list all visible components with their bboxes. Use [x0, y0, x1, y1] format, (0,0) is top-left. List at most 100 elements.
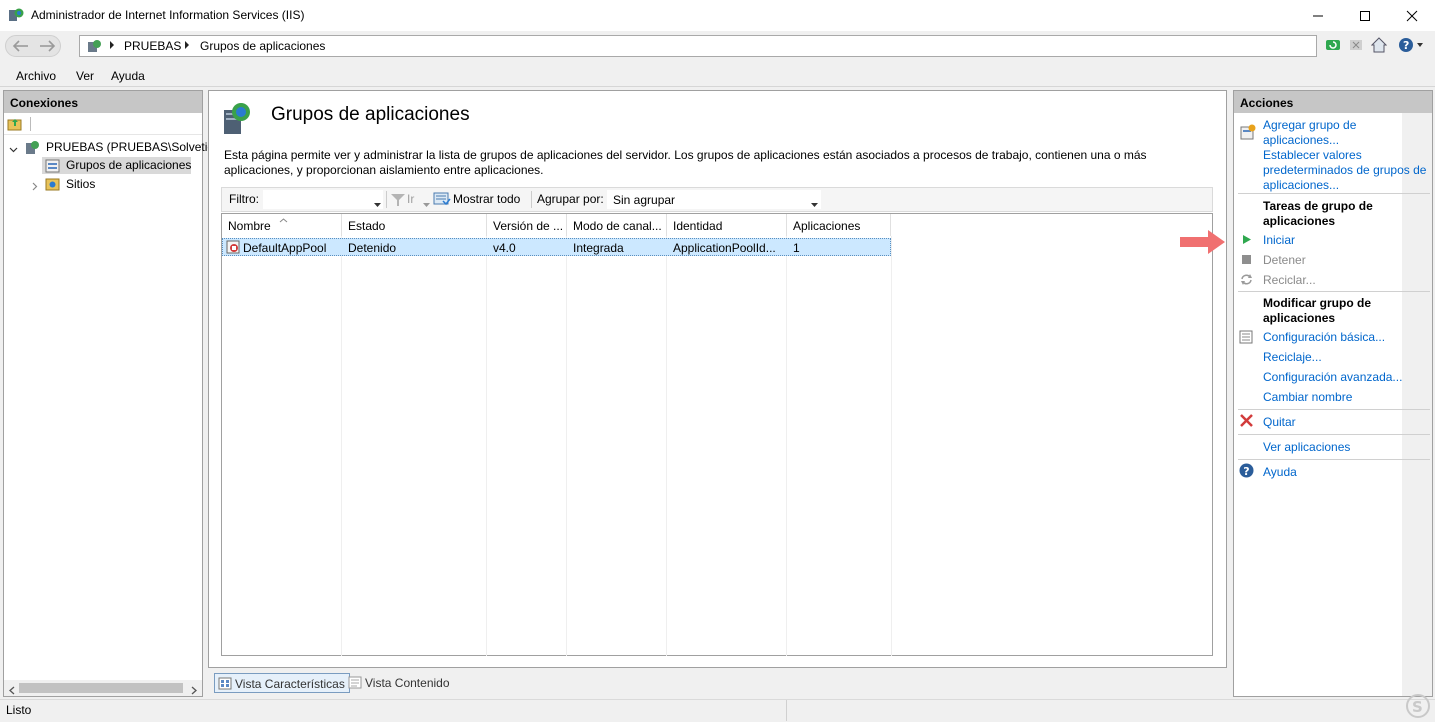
app-pool-stopped-icon	[226, 240, 241, 255]
go-dropdown-icon[interactable]	[423, 197, 430, 211]
column-header-state[interactable]: Estado	[342, 214, 487, 236]
group-by-dropdown-icon[interactable]	[811, 197, 818, 211]
action-help[interactable]: Ayuda	[1263, 465, 1297, 480]
group-by-select[interactable]: Sin agrupar	[607, 190, 821, 209]
menu-ayuda[interactable]: Ayuda	[111, 69, 145, 83]
breadcrumb-app-pools[interactable]: Grupos de aplicaciones	[200, 39, 325, 53]
back-button[interactable]	[6, 36, 32, 56]
actions-divider	[1238, 459, 1430, 460]
tree-item-server[interactable]: PRUEBAS (PRUEBAS\Solvetic)	[46, 140, 217, 154]
chevron-down-icon[interactable]	[9, 143, 18, 157]
cell-applications: 1	[793, 241, 800, 255]
tree-item-app-pools[interactable]: Grupos de aplicaciones	[66, 158, 191, 172]
features-view-icon	[218, 677, 232, 693]
tab-features-label: Vista Características	[235, 677, 345, 691]
chevron-right-icon[interactable]	[30, 180, 39, 194]
column-header-version[interactable]: Versión de ...	[487, 214, 567, 236]
action-set-defaults[interactable]: Establecer valores predeterminados de gr…	[1263, 148, 1429, 193]
column-divider	[891, 236, 892, 656]
watermark-logo-icon: S	[1405, 693, 1431, 719]
menu-ver[interactable]: Ver	[76, 69, 94, 83]
server-icon	[23, 139, 41, 155]
column-divider	[486, 236, 487, 656]
window-title: Administrador de Internet Information Se…	[31, 8, 305, 22]
svg-text:S: S	[1412, 698, 1423, 716]
forward-button[interactable]	[33, 36, 59, 56]
remove-icon	[1240, 414, 1253, 430]
actions-scrollbar[interactable]	[1402, 113, 1432, 696]
group-by-label: Agrupar por:	[537, 192, 604, 206]
help-action-icon: ?	[1239, 463, 1254, 481]
close-button[interactable]	[1389, 0, 1435, 31]
modify-app-pool-header: Modificar grupo de aplicaciones	[1263, 296, 1371, 325]
breadcrumb-server[interactable]: PRUEBAS	[124, 39, 181, 53]
connections-panel: Conexiones PRUEBAS (PRUEBAS\Solvetic) Gr…	[3, 90, 217, 698]
svg-text:?: ?	[1243, 465, 1249, 478]
status-bar	[0, 699, 1435, 722]
stop-icon	[1350, 40, 1362, 50]
action-rename[interactable]: Cambiar nombre	[1263, 390, 1352, 405]
column-header-applications[interactable]: Aplicaciones	[787, 214, 891, 236]
tab-content-label: Vista Contenido	[365, 676, 450, 690]
column-divider	[666, 236, 667, 656]
connect-button[interactable]	[7, 117, 23, 131]
action-basic-settings[interactable]: Configuración básica...	[1263, 330, 1385, 345]
actions-divider	[1238, 291, 1430, 292]
home-icon	[1371, 37, 1387, 53]
action-add-app-pool[interactable]: Agregar grupo de aplicaciones...	[1263, 118, 1393, 148]
action-start[interactable]: Iniciar	[1263, 233, 1295, 248]
action-advanced-settings[interactable]: Configuración avanzada...	[1263, 370, 1402, 385]
action-remove[interactable]: Quitar	[1263, 415, 1296, 430]
tree-item-sites[interactable]: Sitios	[66, 177, 95, 191]
close-icon	[1406, 10, 1418, 21]
go-button[interactable]: Ir	[407, 192, 414, 206]
cell-identity: ApplicationPoolId...	[673, 241, 776, 255]
content-view-icon	[348, 676, 362, 692]
column-divider	[786, 236, 787, 656]
toolbar-divider	[30, 117, 31, 131]
filter-label: Filtro:	[229, 192, 259, 206]
column-divider	[566, 236, 567, 656]
tab-content-view[interactable]: Vista Contenido	[345, 673, 454, 693]
column-header-identity[interactable]: Identidad	[667, 214, 787, 236]
minimize-icon	[1313, 15, 1323, 16]
actions-divider	[1238, 434, 1430, 435]
action-stop: Detener	[1263, 253, 1306, 267]
tab-features-view[interactable]: Vista Características	[214, 673, 350, 693]
status-text: Listo	[6, 703, 32, 717]
maximize-button[interactable]	[1342, 0, 1388, 31]
refresh-button[interactable]	[1324, 36, 1342, 54]
show-all-button[interactable]: Mostrar todo	[453, 192, 520, 206]
app-pool-tasks-header: Tareas de grupo de aplicaciones	[1263, 199, 1373, 228]
action-recycling[interactable]: Reciclaje...	[1263, 350, 1322, 365]
filter-dropdown-icon[interactable]	[374, 197, 381, 211]
column-header-pipeline-mode[interactable]: Modo de canal...	[567, 214, 667, 236]
cell-name: DefaultAppPool	[243, 241, 327, 255]
pointer-arrow-icon	[1180, 228, 1226, 256]
cell-version: v4.0	[493, 241, 516, 255]
sites-icon	[44, 176, 62, 192]
help-dropdown-button[interactable]: ?	[1397, 36, 1427, 54]
breadcrumb-arrow-icon	[110, 41, 114, 49]
app-pools-large-icon	[219, 100, 255, 136]
action-view-applications[interactable]: Ver aplicaciones	[1263, 440, 1350, 455]
minimize-button[interactable]	[1295, 0, 1341, 31]
sort-ascending-icon	[279, 212, 288, 226]
stop-button[interactable]	[1347, 36, 1365, 54]
filter-divider	[386, 191, 387, 208]
home-button[interactable]	[1370, 36, 1388, 54]
scroll-right-icon[interactable]	[190, 684, 198, 698]
scrollbar-thumb[interactable]	[19, 683, 183, 693]
menu-archivo[interactable]: Archivo	[16, 69, 56, 83]
scroll-left-icon[interactable]	[8, 684, 16, 698]
actions-divider	[1238, 409, 1430, 410]
start-icon	[1242, 234, 1252, 248]
cell-state: Detenido	[348, 241, 397, 255]
add-app-pool-icon	[1240, 124, 1256, 140]
filter-input[interactable]	[263, 190, 383, 209]
status-divider	[786, 700, 787, 721]
iis-app-icon	[8, 7, 24, 23]
app-pools-icon	[44, 157, 62, 173]
connections-header: Conexiones	[4, 91, 202, 113]
connections-toolbar	[4, 113, 202, 135]
